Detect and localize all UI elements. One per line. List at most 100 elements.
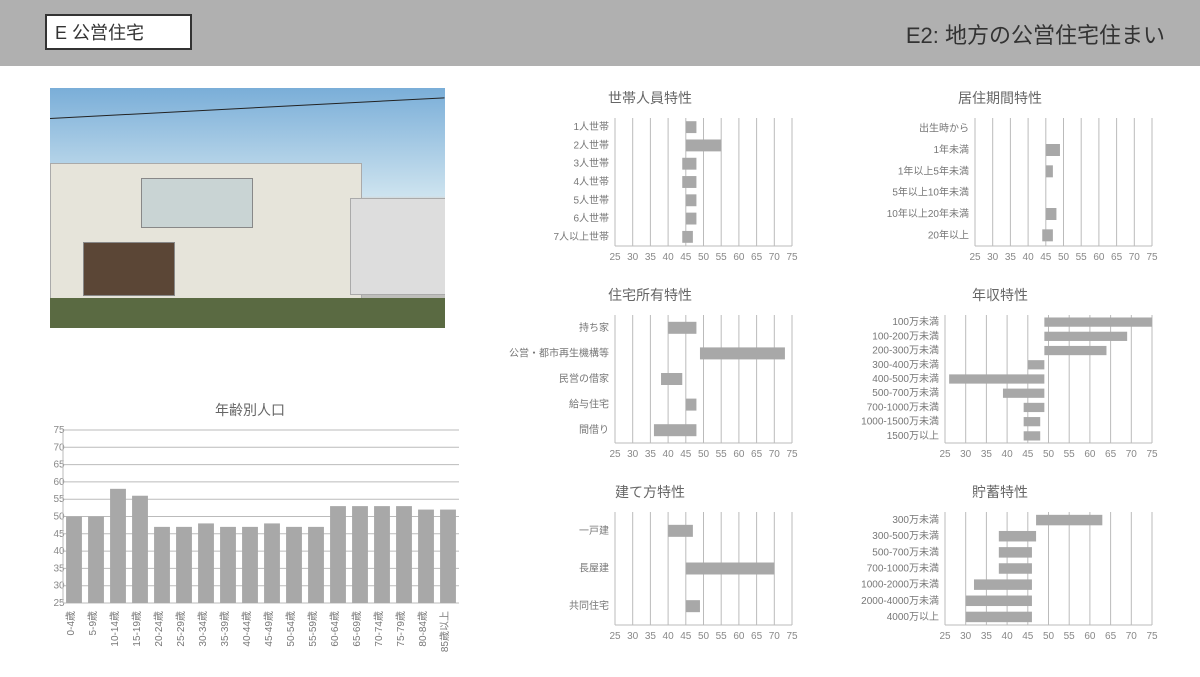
svg-text:30-34歳: 30-34歳: [197, 611, 209, 647]
svg-text:5-9歳: 5-9歳: [87, 611, 99, 635]
svg-text:50-54歳: 50-54歳: [285, 611, 297, 647]
bar: [686, 563, 775, 575]
svg-text:35-39歳: 35-39歳: [219, 611, 231, 647]
svg-text:45: 45: [1022, 631, 1034, 642]
svg-text:300-400万未満: 300-400万未満: [872, 359, 939, 371]
bar: [88, 517, 104, 604]
svg-text:1000-2000万未満: 1000-2000万未満: [861, 579, 939, 591]
svg-text:45: 45: [1022, 449, 1034, 460]
chart-title: 世帯人員特性: [500, 88, 800, 108]
svg-text:出生時から: 出生時から: [919, 122, 969, 135]
svg-text:65: 65: [1105, 449, 1117, 460]
chart-title: 貯蓄特性: [840, 482, 1160, 502]
svg-text:60: 60: [733, 631, 745, 642]
svg-text:20年以上: 20年以上: [928, 228, 969, 241]
bar: [966, 596, 1032, 606]
chart-ownership: 住宅所有特性 2530354045505560657075持ち家公営・都市再生機…: [500, 285, 800, 470]
chart-svg: 25303540455055606570751人世帯2人世帯3人世帯4人世帯5人…: [500, 114, 800, 274]
bar: [264, 523, 280, 603]
chart-title: 建て方特性: [500, 482, 800, 502]
bar: [352, 506, 368, 603]
svg-text:40: 40: [663, 252, 675, 263]
bar: [418, 510, 434, 603]
svg-text:65: 65: [751, 631, 763, 642]
page: E 公営住宅 E2: 地方の公営住宅住まい 年齢別人口 253035404550…: [0, 0, 1200, 677]
bar: [1044, 332, 1127, 341]
bar: [686, 121, 697, 133]
wire-decoration: [50, 97, 444, 119]
svg-text:60: 60: [733, 449, 745, 460]
svg-text:55-59歳: 55-59歳: [307, 611, 319, 647]
svg-text:30: 30: [627, 449, 639, 460]
photo-public-housing: [50, 88, 445, 328]
svg-text:60: 60: [1084, 631, 1096, 642]
bar: [686, 139, 721, 151]
svg-text:45: 45: [680, 449, 692, 460]
svg-text:25: 25: [609, 252, 621, 263]
chart-title: 年収特性: [840, 285, 1160, 305]
svg-text:400-500万未満: 400-500万未満: [872, 373, 939, 385]
svg-text:40: 40: [1002, 631, 1014, 642]
svg-text:75: 75: [786, 631, 798, 642]
svg-text:公営・都市再生機構等: 公営・都市再生機構等: [509, 346, 609, 359]
svg-text:200-300万未満: 200-300万未満: [872, 345, 939, 357]
svg-text:35: 35: [981, 631, 993, 642]
svg-text:75: 75: [786, 449, 798, 460]
bar: [110, 489, 126, 603]
svg-text:300万未満: 300万未満: [892, 514, 939, 526]
bar: [974, 579, 1032, 589]
svg-text:70: 70: [769, 631, 781, 642]
svg-text:1年未満: 1年未満: [933, 143, 969, 156]
svg-text:0-4歳: 0-4歳: [65, 611, 77, 635]
svg-text:30: 30: [627, 631, 639, 642]
chart-residence: 居住期間特性 2530354045505560657075出生時から1年未満1年…: [840, 88, 1160, 273]
svg-text:55: 55: [716, 252, 728, 263]
bar: [999, 547, 1032, 557]
title-box: E 公営住宅: [45, 14, 192, 50]
chart-title: 住宅所有特性: [500, 285, 800, 305]
svg-text:1年以上5年未満: 1年以上5年未満: [898, 164, 969, 177]
svg-text:25: 25: [939, 449, 951, 460]
bar: [686, 600, 700, 612]
chart-svg: 25303540455055606570750-4歳5-9歳10-14歳15-1…: [35, 426, 465, 661]
svg-text:1500万以上: 1500万以上: [887, 430, 939, 442]
svg-text:30: 30: [960, 631, 972, 642]
bar: [154, 527, 170, 603]
bar: [686, 399, 697, 411]
bar: [396, 506, 412, 603]
svg-text:4人世帯: 4人世帯: [573, 175, 609, 188]
svg-text:55: 55: [1064, 449, 1076, 460]
svg-text:5人世帯: 5人世帯: [573, 193, 609, 206]
svg-text:100万未満: 100万未満: [892, 316, 939, 328]
grass-decoration: [50, 298, 445, 328]
bar: [1024, 417, 1041, 426]
bar: [1046, 144, 1060, 156]
svg-text:15-19歳: 15-19歳: [131, 611, 143, 647]
svg-text:85歳以上: 85歳以上: [439, 611, 451, 652]
svg-text:間借り: 間借り: [579, 424, 609, 436]
bar: [308, 527, 324, 603]
bar: [661, 373, 682, 385]
svg-text:30: 30: [960, 449, 972, 460]
svg-text:75: 75: [1146, 449, 1158, 460]
svg-text:長屋建: 長屋建: [579, 562, 609, 575]
svg-text:10年以上20年未満: 10年以上20年未満: [887, 207, 969, 220]
svg-text:75: 75: [1146, 252, 1158, 263]
bar: [949, 374, 1044, 383]
svg-text:50: 50: [1043, 449, 1055, 460]
svg-text:70: 70: [1126, 631, 1138, 642]
svg-text:35: 35: [1005, 252, 1017, 263]
svg-text:50: 50: [698, 252, 710, 263]
svg-text:50: 50: [1058, 252, 1070, 263]
bar: [682, 231, 693, 243]
svg-text:500-700万未満: 500-700万未満: [872, 546, 939, 558]
svg-text:60-64歳: 60-64歳: [329, 611, 341, 647]
svg-text:70: 70: [1126, 449, 1138, 460]
bar: [66, 517, 82, 604]
bar: [132, 496, 148, 603]
bar: [1024, 403, 1045, 412]
svg-text:45-49歳: 45-49歳: [263, 611, 275, 647]
svg-text:50: 50: [698, 449, 710, 460]
bar: [682, 176, 696, 188]
svg-text:60: 60: [1093, 252, 1105, 263]
